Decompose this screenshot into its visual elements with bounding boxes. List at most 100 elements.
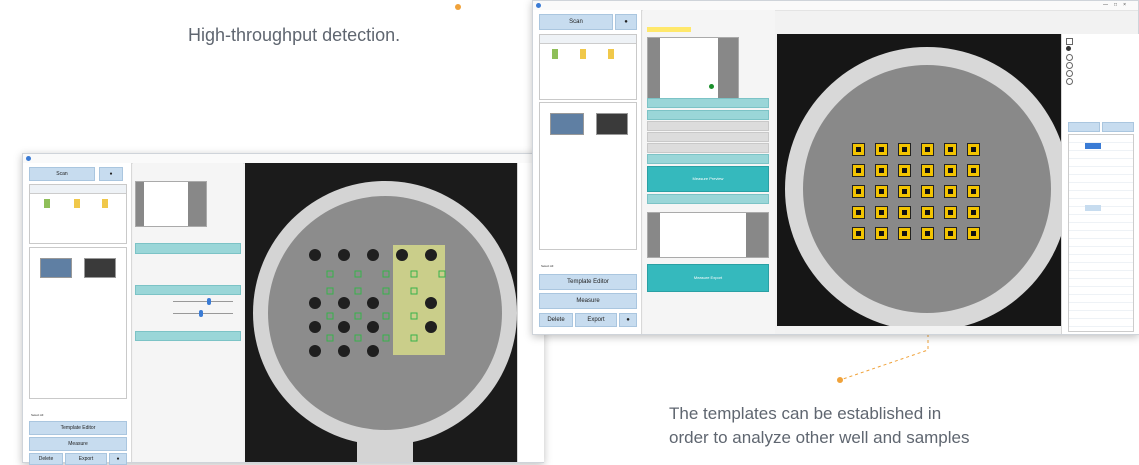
export-button[interactable]: Export xyxy=(575,313,617,327)
select-all-checkbox[interactable]: Select All xyxy=(31,413,43,417)
measure-export-button[interactable]: Measure Export xyxy=(647,264,769,292)
well-marker[interactable] xyxy=(968,207,979,218)
well-marker[interactable] xyxy=(945,186,956,197)
select-all-checkbox[interactable]: Select All xyxy=(541,264,553,268)
plate-image-right[interactable] xyxy=(777,34,1061,326)
plate-image-left[interactable] xyxy=(245,163,517,462)
well-marker[interactable] xyxy=(853,186,864,197)
right-app-window: —□× Scan ● Select All Template Editor Me… xyxy=(532,0,1139,335)
well-marker[interactable] xyxy=(876,228,887,239)
app-logo-icon xyxy=(536,3,541,8)
well-marker[interactable] xyxy=(945,207,956,218)
well-marker[interactable] xyxy=(899,228,910,239)
well-marker[interactable] xyxy=(968,144,979,155)
measure-button[interactable]: Measure xyxy=(29,437,127,451)
test-status-button[interactable] xyxy=(647,110,769,120)
image-thumbnail[interactable] xyxy=(596,113,628,135)
next-button[interactable] xyxy=(1102,122,1134,132)
well-marker[interactable] xyxy=(899,165,910,176)
clear-all-button[interactable] xyxy=(647,154,769,164)
well-marker[interactable] xyxy=(876,144,887,155)
well-marker[interactable] xyxy=(945,228,956,239)
results-table[interactable] xyxy=(1068,134,1134,332)
reset-measuring-button[interactable] xyxy=(647,132,769,142)
scan-settings-button[interactable]: ● xyxy=(99,167,123,181)
well-marker[interactable] xyxy=(968,165,979,176)
well-marker[interactable] xyxy=(922,186,933,197)
list-template-button[interactable] xyxy=(135,243,241,254)
well-marker[interactable] xyxy=(945,165,956,176)
caption-templates: The templates can be established in orde… xyxy=(669,402,970,450)
device-icon[interactable] xyxy=(552,49,558,59)
device-icon[interactable] xyxy=(44,199,50,208)
well-marker[interactable] xyxy=(922,144,933,155)
well-marker[interactable] xyxy=(853,207,864,218)
results-panel xyxy=(1061,34,1139,334)
template-preview xyxy=(647,37,739,99)
device-icon[interactable] xyxy=(74,199,80,208)
save-settings-button[interactable] xyxy=(647,194,769,204)
image-list xyxy=(29,247,127,399)
well-marker[interactable] xyxy=(899,144,910,155)
template-editor-button[interactable]: Template Editor xyxy=(539,274,637,290)
scan-button[interactable]: Scan xyxy=(29,167,95,181)
app-logo-icon xyxy=(26,156,31,161)
window-controls[interactable]: —□× xyxy=(1103,2,1132,8)
export-button[interactable]: Export xyxy=(65,453,107,465)
display-option[interactable] xyxy=(1066,70,1073,77)
well-marker[interactable] xyxy=(876,165,887,176)
image-thumbnail[interactable] xyxy=(84,258,116,278)
export-settings-button[interactable]: ● xyxy=(619,313,637,327)
well-marker[interactable] xyxy=(876,186,887,197)
caption-high-throughput: High-throughput detection. xyxy=(188,25,401,45)
clear-all-disabled-button[interactable] xyxy=(647,143,769,153)
well-marker[interactable] xyxy=(899,207,910,218)
image-list xyxy=(539,102,637,250)
device-icon[interactable] xyxy=(102,199,108,208)
template-preview xyxy=(135,181,207,227)
well-marker[interactable] xyxy=(922,207,933,218)
callout-dot-top xyxy=(455,4,461,10)
measure-preview-button[interactable]: Measure Preview xyxy=(647,166,769,192)
display-option[interactable] xyxy=(1066,62,1073,69)
test-status-disabled-button[interactable] xyxy=(647,121,769,131)
device-icon[interactable] xyxy=(608,49,614,59)
template-editor-panel xyxy=(133,163,243,462)
device-icon[interactable] xyxy=(580,49,586,59)
caption-line-1: The templates can be established in xyxy=(669,404,942,423)
measure-button[interactable]: Measure xyxy=(539,293,637,309)
image-thumbnail[interactable] xyxy=(550,113,584,135)
contrast-slider[interactable] xyxy=(173,310,233,317)
display-option[interactable] xyxy=(1066,78,1073,85)
well-marker[interactable] xyxy=(968,186,979,197)
template-editor-button[interactable]: Template Editor xyxy=(29,421,127,435)
well-marker[interactable] xyxy=(968,228,979,239)
delete-button[interactable]: Delete xyxy=(539,313,573,327)
select-template-button[interactable] xyxy=(647,98,769,108)
prev-button[interactable] xyxy=(1068,122,1100,132)
well-marker[interactable] xyxy=(945,144,956,155)
display-option[interactable] xyxy=(1066,38,1073,45)
image-thumbnail[interactable] xyxy=(40,258,72,278)
left-sidebar: Scan ● Select All Template Editor Measur… xyxy=(23,163,132,465)
well-marker[interactable] xyxy=(922,228,933,239)
image-tag-chip[interactable] xyxy=(647,27,691,32)
display-option[interactable] xyxy=(1066,54,1073,61)
display-option[interactable] xyxy=(1066,46,1071,51)
scan-settings-button[interactable]: ● xyxy=(615,14,637,30)
check-status-button[interactable] xyxy=(135,285,241,295)
left-app-window: Scan ● Select All Template Editor Measur… xyxy=(22,153,544,465)
save-template-button[interactable] xyxy=(135,331,241,341)
caption-line-2: order to analyze other well and samples xyxy=(669,428,970,447)
well-marker[interactable] xyxy=(853,228,864,239)
well-marker[interactable] xyxy=(899,186,910,197)
well-marker[interactable] xyxy=(876,207,887,218)
scan-button[interactable]: Scan xyxy=(539,14,613,30)
device-list xyxy=(29,184,127,244)
export-settings-button[interactable]: ● xyxy=(109,453,127,465)
well-marker[interactable] xyxy=(853,165,864,176)
well-marker[interactable] xyxy=(922,165,933,176)
well-marker[interactable] xyxy=(853,144,864,155)
delete-button[interactable]: Delete xyxy=(29,453,63,465)
brightness-slider[interactable] xyxy=(173,298,233,305)
